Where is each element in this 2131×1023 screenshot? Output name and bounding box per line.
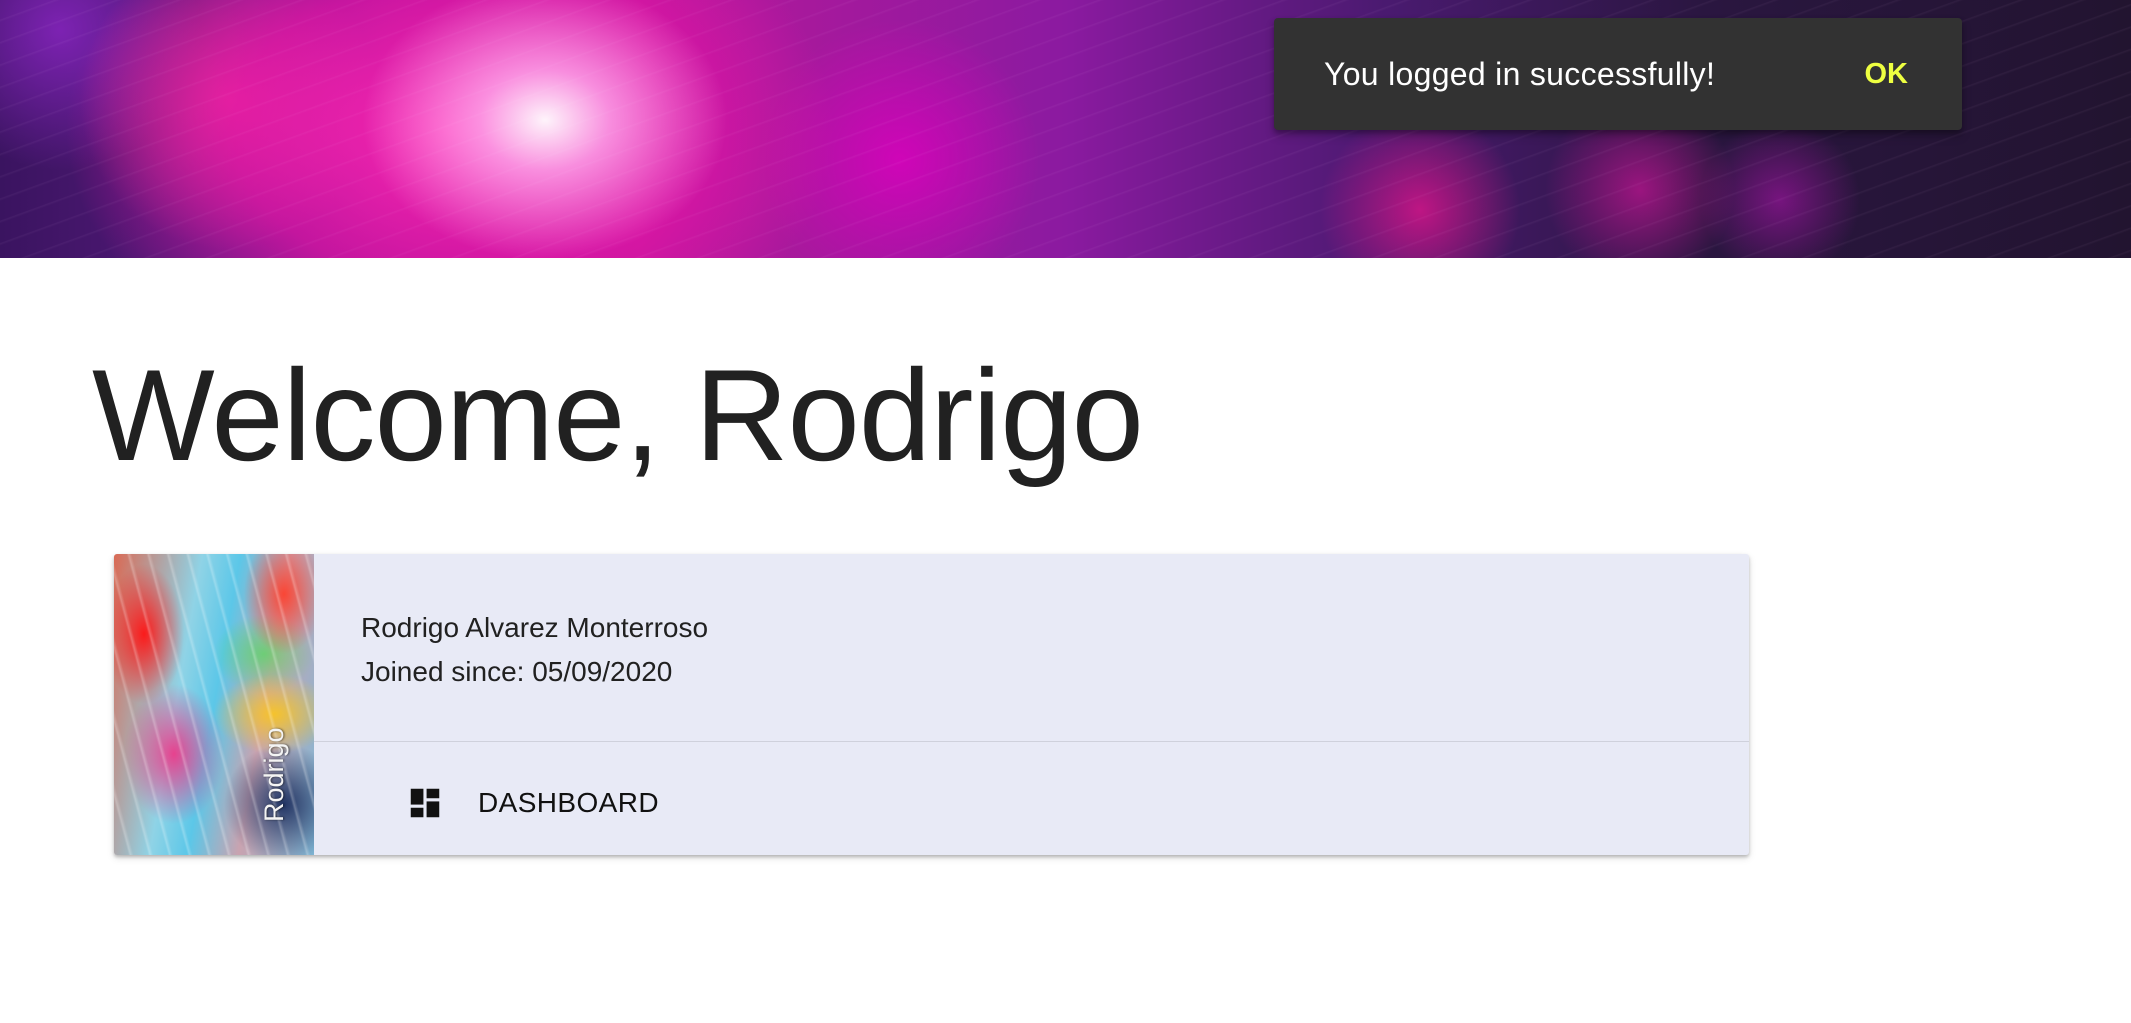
card-divider: [314, 741, 1749, 742]
profile-image-label: Rodrigo: [259, 727, 289, 822]
profile-full-name: Rodrigo Alvarez Monterroso: [361, 612, 709, 643]
dashboard-button-label: DASHBOARD: [478, 787, 659, 818]
profile-card-image: Rodrigo: [114, 554, 314, 855]
page-title: Welcome, Rodrigo: [92, 342, 1144, 488]
profile-joined-date: Joined since: 05/09/2020: [361, 656, 673, 687]
snackbar-message: You logged in successfully!: [1324, 55, 1716, 92]
dashboard-icon: [410, 788, 440, 818]
profile-card-content: Rodrigo Alvarez Monterroso Joined since:…: [361, 606, 708, 694]
login-snackbar: You logged in successfully! OK: [1274, 18, 1962, 130]
snackbar-ok-button[interactable]: OK: [1853, 46, 1921, 102]
dashboard-button[interactable]: DASHBOARD: [394, 760, 671, 846]
page: You logged in successfully! OK Welcome, …: [0, 0, 2131, 1023]
profile-card: Rodrigo Rodrigo Alvarez Monterroso Joine…: [114, 554, 1749, 855]
